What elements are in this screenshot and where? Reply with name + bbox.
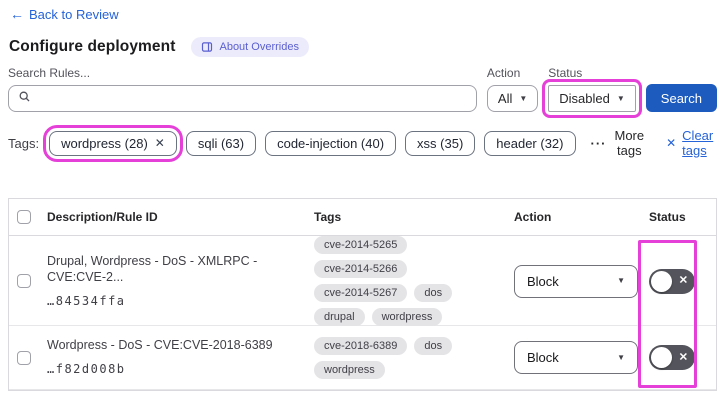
select-all-checkbox[interactable] — [17, 210, 31, 224]
rule-action-cell: Block ▼ — [506, 341, 641, 374]
row-checkbox[interactable] — [17, 350, 31, 365]
toggle-x-icon: ✕ — [678, 351, 688, 363]
search-box — [8, 85, 477, 112]
page-title: Configure deployment — [9, 38, 176, 55]
action-select-value: Block — [527, 273, 559, 289]
back-to-review-link[interactable]: ← Back to Review — [10, 6, 119, 22]
rule-description: Drupal, Wordpress - DoS - XMLRPC - CVE:C… — [47, 253, 258, 285]
tag-chip-code-injection[interactable]: code-injection (40) — [265, 130, 397, 156]
rule-tag-pill: cve-2014-5267 — [314, 284, 408, 302]
action-filter-label: Action — [486, 66, 521, 80]
status-toggle-off[interactable]: ✕ — [649, 268, 695, 294]
about-overrides-badge[interactable]: About Overrides — [191, 37, 309, 57]
status-toggle-off[interactable]: ✕ — [649, 345, 695, 370]
more-tags-button[interactable]: ··· More tags — [591, 128, 646, 158]
rule-id: …f82d008b — [47, 362, 126, 377]
rule-description-cell: Drupal, Wordpress - DoS - XMLRPC - CVE:C… — [39, 253, 306, 310]
header-checkbox-cell — [9, 210, 39, 224]
rule-tags-cell: cve-2014-5265 cve-2014-5266 cve-2014-526… — [306, 236, 506, 326]
column-header-tags: Tags — [314, 210, 342, 224]
rule-tag-pill: wordpress — [371, 308, 443, 326]
rule-status-cell: ✕ — [641, 268, 716, 294]
book-icon — [201, 41, 213, 53]
tags-label: Tags: — [8, 135, 40, 151]
tag-chip-sqli[interactable]: sqli (63) — [185, 130, 257, 156]
ellipsis-icon: ··· — [590, 135, 607, 151]
action-dropdown[interactable]: All ▼ — [486, 85, 539, 112]
column-header-description: Description/Rule ID — [47, 210, 158, 224]
status-dropdown-value: Disabled — [559, 91, 610, 106]
status-filter-column: Status Disabled ▼ — [542, 66, 642, 118]
chevron-down-icon: ▼ — [519, 93, 528, 103]
table-row: Wordpress - DoS - CVE:CVE-2018-6389 …f82… — [9, 326, 716, 390]
remove-tag-icon[interactable]: ✕ — [155, 136, 165, 150]
configure-deployment-page: ← Back to Review Configure deployment Ab… — [0, 0, 725, 391]
rule-tag-pill: wordpress — [314, 360, 385, 379]
back-link-label: Back to Review — [29, 6, 119, 22]
action-dropdown-value: All — [497, 91, 513, 106]
tag-chip-header[interactable]: header (32) — [484, 130, 576, 156]
rule-description-cell: Wordpress - DoS - CVE:CVE-2018-6389 …f82… — [39, 337, 306, 377]
tag-chip-wordpress-selected[interactable]: wordpress (28) ✕ — [43, 124, 183, 162]
rule-tag-pill: cve-2014-5265 — [314, 236, 408, 254]
status-dropdown[interactable]: Disabled ▼ — [542, 79, 642, 118]
table-row: Drupal, Wordpress - DoS - XMLRPC - CVE:C… — [9, 236, 716, 326]
chevron-down-icon: ▼ — [616, 93, 625, 103]
filters-row: Search Rules... Action All ▼ Status Disa… — [8, 66, 717, 118]
rule-tag-pill: dos — [414, 336, 453, 355]
rule-tag-pill: drupal — [314, 308, 365, 326]
rule-tag-pill: dos — [414, 284, 453, 302]
action-select-value: Block — [527, 350, 559, 365]
clear-tags-label: Clear tags — [682, 128, 714, 158]
action-filter-column: Action All ▼ — [486, 66, 539, 112]
column-header-action: Action — [514, 210, 552, 224]
toggle-x-icon: ✕ — [678, 274, 688, 287]
search-rules-label: Search Rules... — [8, 66, 91, 80]
toggle-knob — [651, 270, 672, 292]
search-rules-input[interactable] — [37, 91, 467, 106]
rule-status-cell: ✕ — [641, 345, 716, 370]
action-select[interactable]: Block ▼ — [514, 264, 638, 298]
row-checkbox-cell — [9, 350, 39, 365]
chevron-down-icon: ▼ — [617, 352, 625, 362]
rule-id: …84534ffa — [47, 294, 126, 309]
status-filter-label: Status — [548, 66, 583, 80]
action-select[interactable]: Block ▼ — [514, 341, 638, 374]
back-arrow-icon: ← — [10, 6, 24, 22]
search-icon — [18, 90, 31, 108]
tag-chip-xss[interactable]: xss (35) — [405, 130, 476, 156]
chevron-down-icon: ▼ — [617, 276, 625, 285]
clear-icon: ✕ — [666, 136, 677, 150]
row-checkbox[interactable] — [17, 274, 31, 288]
rule-tags-cell: cve-2018-6389 dos wordpress — [306, 336, 506, 379]
search-button[interactable]: Search — [645, 84, 717, 112]
table-header-row: Description/Rule ID Tags Action Status — [9, 199, 716, 236]
search-column: Search Rules... — [8, 66, 477, 112]
rule-action-cell: Block ▼ — [506, 264, 641, 298]
more-tags-label: More tags — [614, 128, 645, 158]
tag-chip-label: wordpress (28) — [61, 135, 148, 151]
rule-tag-pill: cve-2018-6389 — [314, 336, 408, 355]
rule-tag-pill: cve-2014-5266 — [314, 260, 408, 278]
title-row: Configure deployment About Overrides — [9, 37, 717, 57]
tags-bar: Tags: wordpress (28) ✕ sqli (63) code-in… — [8, 124, 717, 162]
row-checkbox-cell — [9, 274, 39, 288]
rule-description: Wordpress - DoS - CVE:CVE-2018-6389 — [47, 338, 273, 353]
column-header-status: Status — [649, 210, 686, 224]
toggle-knob — [651, 347, 672, 368]
rules-table: Description/Rule ID Tags Action Status D… — [8, 198, 717, 391]
clear-tags-link[interactable]: ✕ Clear tags — [666, 128, 717, 158]
about-overrides-label: About Overrides — [219, 41, 299, 53]
